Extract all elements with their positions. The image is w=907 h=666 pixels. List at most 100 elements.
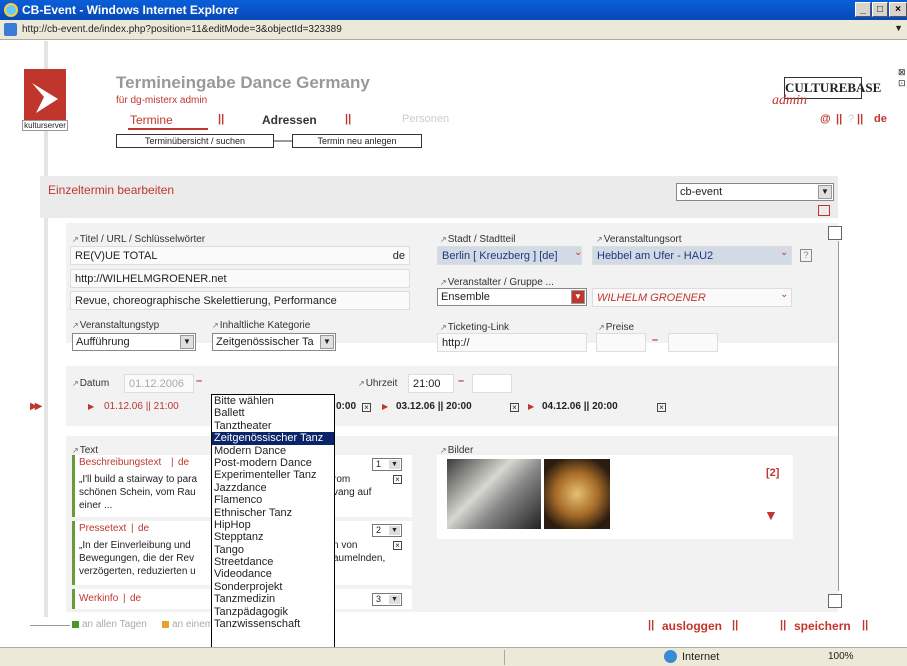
help-icon[interactable]: ?: [800, 249, 812, 262]
category-option[interactable]: Sonderprojekt: [212, 581, 334, 593]
address-dropdown-icon[interactable]: ▼: [894, 23, 903, 33]
address-bar[interactable]: http://cb-event.de/index.php?position=11…: [0, 20, 907, 40]
nav-adressen[interactable]: Adressen: [262, 113, 317, 127]
organizer-type-select[interactable]: Ensemble ▼: [437, 288, 587, 306]
zoom-level[interactable]: 100%: [828, 651, 854, 662]
chevron-down-icon: ▼: [389, 526, 400, 535]
venue-chevron-icon[interactable]: ⌄: [780, 247, 788, 258]
event-image-1[interactable]: [447, 459, 541, 529]
category-option[interactable]: Stepptanz: [212, 531, 334, 543]
category-option[interactable]: Ethnischer Tanz: [212, 507, 334, 519]
maximize-button[interactable]: □: [872, 2, 888, 17]
date-entry-4[interactable]: 04.12.06 || 20:00: [542, 401, 618, 412]
event-image-2[interactable]: [544, 459, 610, 529]
eventtype-select[interactable]: Aufführung ▼: [72, 333, 196, 351]
work-order-value: 3: [376, 594, 382, 604]
save-link[interactable]: speichern: [794, 619, 851, 633]
price-to-input[interactable]: [668, 333, 718, 352]
delete-icon[interactable]: ×: [393, 541, 402, 550]
press-title: Pressetext: [79, 523, 127, 534]
lang-link[interactable]: de: [874, 113, 887, 125]
category-label: Inhaltliche Kategorie: [212, 320, 311, 331]
press-body-a: „In der Einverleibung und: [79, 540, 191, 551]
orange-square-icon: [162, 621, 169, 628]
scroll-up-box[interactable]: [828, 226, 842, 240]
price-from-input[interactable]: [596, 333, 646, 352]
category-option[interactable]: Tanzwissenschaft: [212, 618, 334, 630]
category-option[interactable]: HipHop: [212, 519, 334, 531]
category-option[interactable]: Tanzmedizin: [212, 593, 334, 605]
chevron-down-icon: ▼: [571, 290, 585, 304]
venue-input[interactable]: Hebbel am Ufer - HAU2: [592, 246, 792, 265]
press-body-b: n von: [333, 540, 358, 551]
category-option[interactable]: Flamenco: [212, 494, 334, 506]
ticket-input[interactable]: http://: [437, 333, 587, 352]
instance-select[interactable]: cb-event ▼: [676, 183, 834, 201]
category-select[interactable]: Zeitgenössischer Ta ▼: [212, 333, 336, 351]
date-entry-3[interactable]: 03.12.06 || 20:00: [396, 401, 472, 412]
window-title: CB-Event - Windows Internet Explorer: [22, 3, 239, 17]
time-end-input[interactable]: [472, 374, 512, 393]
play-arrows-icon[interactable]: ▶▶: [30, 401, 43, 412]
organizer-input[interactable]: WILHELM GROENER: [592, 288, 792, 307]
right-sep-1: ||: [836, 113, 843, 125]
category-option[interactable]: Tanzpädagogik: [212, 606, 334, 618]
category-option[interactable]: Modern Dance: [212, 445, 334, 457]
url-input[interactable]: http://WILHELMGROENER.net: [70, 269, 410, 288]
keywords-input[interactable]: Revue, choreographische Skelettierung, P…: [70, 291, 410, 310]
logout-link[interactable]: ausloggen: [662, 619, 722, 633]
title-input[interactable]: RE(V)UE TOTAL de: [70, 246, 410, 265]
nav-personen[interactable]: Personen: [402, 113, 449, 125]
eventtype-label: Veranstaltungstyp: [72, 320, 160, 331]
work-order-select[interactable]: ▼ 3: [372, 593, 402, 606]
category-option[interactable]: Experimenteller Tanz: [212, 469, 334, 481]
subnav-search-button[interactable]: Terminübersicht / suchen: [116, 134, 274, 148]
date-entry-2[interactable]: 0:00: [336, 401, 356, 412]
category-option[interactable]: Tango: [212, 544, 334, 556]
at-link[interactable]: @: [820, 113, 831, 125]
subnav-new-button[interactable]: Termin neu anlegen: [292, 134, 422, 148]
scroll-track[interactable]: [838, 241, 839, 591]
delete-icon[interactable]: ×: [393, 475, 402, 484]
city-chevron-icon[interactable]: ⌄: [574, 247, 582, 258]
delete-icon[interactable]: ×: [510, 403, 519, 412]
category-option[interactable]: Post-modern Dance: [212, 457, 334, 469]
footer-sep: ||: [862, 619, 869, 631]
category-dropdown-list[interactable]: Bitte wählen Ballett Tanztheater Zeitgenöss…: [211, 394, 335, 660]
instance-select-value: cb-event: [680, 186, 723, 198]
category-option[interactable]: Jazzdance: [212, 482, 334, 494]
nav-termine[interactable]: Termine: [130, 113, 173, 127]
category-option[interactable]: Tanztheater: [212, 420, 334, 432]
organizer-chevron-icon[interactable]: ⌄: [780, 289, 788, 300]
city-input[interactable]: Berlin [ Kreuzberg ] [de]: [437, 246, 582, 265]
close-button[interactable]: ×: [889, 2, 907, 17]
print-icon[interactable]: [818, 205, 830, 216]
work-title: Werkinfo: [79, 593, 119, 604]
globe-icon: [664, 650, 677, 663]
subnav-connector: [274, 140, 292, 142]
kulturserver-logo: [24, 69, 66, 121]
title-value: RE(V)UE TOTAL: [75, 250, 158, 262]
triangle-down-icon[interactable]: ▼: [764, 507, 778, 523]
address-url[interactable]: http://cb-event.de/index.php?position=11…: [22, 24, 342, 35]
category-option[interactable]: Zeitgenössischer Tanz: [212, 432, 334, 445]
help-link[interactable]: ?: [848, 113, 854, 125]
all-days-link[interactable]: an allen Tagen: [82, 619, 147, 630]
delete-icon[interactable]: ×: [657, 403, 666, 412]
category-option[interactable]: Bitte wählen: [212, 395, 334, 407]
category-option[interactable]: Videodance: [212, 568, 334, 580]
date-input[interactable]: 01.12.2006: [124, 374, 194, 393]
press-order-select[interactable]: ▼ 2: [372, 524, 402, 537]
delete-icon[interactable]: ×: [362, 403, 371, 412]
scroll-down-box[interactable]: [828, 594, 842, 608]
chevron-down-icon: ▼: [180, 335, 194, 349]
desc-body-a: „I'll build a stairway to para: [79, 474, 198, 485]
title-label: Titel / URL / Schlüsselwörter: [72, 234, 205, 245]
category-option[interactable]: Streetdance: [212, 556, 334, 568]
minimize-button[interactable]: _: [855, 2, 871, 17]
time-input[interactable]: 21:00: [408, 374, 454, 393]
desc-order-value: 1: [376, 459, 382, 469]
category-option[interactable]: Ballett: [212, 407, 334, 419]
date-entry-1[interactable]: 01.12.06 || 21:00: [104, 401, 179, 412]
desc-order-select[interactable]: ▼ 1: [372, 458, 402, 471]
